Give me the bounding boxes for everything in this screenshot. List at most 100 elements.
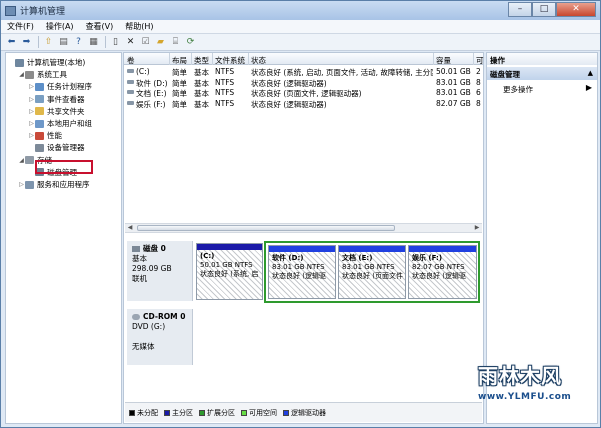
users-icon <box>35 119 44 128</box>
tree-item[interactable]: ▷ 任务计划程序 <box>28 81 92 92</box>
tree-expander-icon[interactable]: ▷ <box>28 132 35 139</box>
tree-expander-icon[interactable]: ◢ <box>18 71 25 78</box>
tree-expander-icon[interactable]: ▷ <box>28 83 35 90</box>
more-actions-link[interactable]: 更多操作 <box>503 84 533 95</box>
column-capacity[interactable]: 容量 <box>436 55 451 66</box>
close-button[interactable]: ✕ <box>556 2 596 17</box>
tree-item[interactable]: ▷ 共享文件夹 <box>28 106 84 117</box>
title-bar[interactable]: 计算机管理 – □ ✕ <box>1 1 600 20</box>
volume-row[interactable]: 软件 (D:) 简单 基本 NTFS 状态良好 (逻辑驱动器) 83.01 GB 8 <box>124 77 483 88</box>
folder-icon <box>35 107 44 116</box>
volume-icon <box>127 100 134 105</box>
delete-icon[interactable]: ✕ <box>124 36 137 49</box>
view-icon[interactable]: ▦ <box>87 36 100 49</box>
menu-action[interactable]: 操作(A) <box>46 21 74 32</box>
menu-view[interactable]: 查看(V) <box>86 21 114 32</box>
partition-e[interactable]: 文档 (E:) 83.01 GB NTFS 状态良好 (页面文件 <box>338 245 406 299</box>
partition-size: 82.07 GB NTFS <box>412 263 465 271</box>
cdrom-drive: DVD (G:) <box>132 322 166 331</box>
column-filesystem[interactable]: 文件系统 <box>215 55 245 66</box>
column-type[interactable]: 类型 <box>194 55 209 66</box>
tree-item[interactable]: 设备管理器 <box>28 142 85 153</box>
cell-free: 6 <box>476 88 481 97</box>
toolbar: ⬅ ➡ ⇧ ▤ ? ▦ ▯ ✕ ☑ ▰ ⌸ ⟳ <box>1 34 600 51</box>
partition-f[interactable]: 娱乐 (F:) 82.07 GB NTFS 状态良好 (逻辑驱 <box>408 245 477 299</box>
scrollbar-thumb[interactable] <box>137 225 395 231</box>
cdrom-0-info[interactable]: CD-ROM 0 DVD (G:) 无媒体 <box>127 309 193 365</box>
disk-icon <box>132 246 140 252</box>
cell-free: 8 <box>476 77 481 87</box>
column-separator <box>248 53 249 65</box>
volume-icon <box>127 90 134 94</box>
partition-d[interactable]: 软件 (D:) 83.01 GB NTFS 状态良好 (逻辑驱 <box>268 245 336 299</box>
help-icon[interactable]: ? <box>72 36 85 49</box>
volume-row[interactable]: 娱乐 (F:) 简单 基本 NTFS 状态良好 (逻辑驱动器) 82.07 GB 8 <box>124 98 483 109</box>
collapse-icon[interactable]: ▲ <box>588 69 593 77</box>
column-status[interactable]: 状态 <box>251 55 266 66</box>
tree-expander-icon[interactable]: ▷ <box>28 120 35 127</box>
show-tree-icon[interactable]: ▤ <box>57 36 70 49</box>
watermark-logo: 雨林木风 www.YLMFU.com <box>466 356 599 426</box>
computer-management-window: 计算机管理 – □ ✕ 文件(F) 操作(A) 查看(V) 帮助(H) ⬅ ➡ … <box>0 0 601 428</box>
partition-name: (C:) <box>200 252 215 260</box>
refresh-icon[interactable]: ⟳ <box>184 36 197 49</box>
volume-row[interactable]: (C:) 简单 基本 NTFS 状态良好 (系统, 启动, 页面文件, 活动, 故障转储… <box>124 66 483 77</box>
cell-type: 基本 <box>194 99 209 109</box>
legend-item: 逻辑驱动器 <box>283 408 326 418</box>
maximize-button[interactable]: □ <box>532 2 556 17</box>
disk-status: 联机 <box>132 274 147 283</box>
legend-swatch <box>129 409 135 416</box>
legend-label: 逻辑驱动器 <box>291 408 326 417</box>
legend-item: 扩展分区 <box>199 408 235 418</box>
clock-icon <box>35 82 44 91</box>
tree-item-label: 服务和应用程序 <box>37 180 90 189</box>
watermark-url: www.YLMFU.com <box>478 392 572 402</box>
volume-icon <box>127 69 134 73</box>
column-separator <box>191 53 192 65</box>
up-icon[interactable]: ⇧ <box>42 36 55 49</box>
tree-item[interactable]: 计算机管理(本地) <box>8 57 85 68</box>
export-icon[interactable]: ⌸ <box>169 36 182 49</box>
partition-status: 状态良好 (系统, 启 <box>200 270 259 278</box>
volume-list-header: 卷 布局 类型 文件系统 状态 容量 可 <box>124 53 484 66</box>
storage-icon <box>25 156 34 165</box>
menu-file[interactable]: 文件(F) <box>7 21 34 32</box>
tree-item[interactable]: ▷ 本地用户和组 <box>28 118 92 129</box>
tree-expander-icon[interactable]: ▷ <box>18 181 25 188</box>
tree-expander-icon[interactable]: ◢ <box>18 157 25 164</box>
connect-icon[interactable]: ▯ <box>109 36 122 49</box>
submenu-arrow-icon[interactable]: ▶ <box>586 83 592 92</box>
cell-filesystem: NTFS <box>215 88 235 97</box>
menu-help[interactable]: 帮助(H) <box>125 21 153 32</box>
scroll-left-icon[interactable]: ◀ <box>125 224 135 232</box>
horizontal-scrollbar[interactable]: ◀ ▶ <box>125 223 482 233</box>
open-icon[interactable]: ▰ <box>154 36 167 49</box>
back-icon[interactable]: ⬅ <box>5 36 18 49</box>
disk-size: 298.09 GB <box>132 264 172 273</box>
computer-management-icon <box>5 5 16 16</box>
volume-row[interactable]: 文档 (E:) 简单 基本 NTFS 状态良好 (页面文件, 逻辑驱动器) 83.01 G… <box>124 87 483 98</box>
toolbar-separator <box>38 36 39 48</box>
tree-expander-icon[interactable]: ▷ <box>28 108 35 115</box>
forward-icon[interactable]: ➡ <box>20 36 33 49</box>
tree-item[interactable]: ▷ 服务和应用程序 <box>18 179 90 190</box>
disk-name: 磁盘 0 <box>143 244 166 253</box>
tree-item[interactable]: ▷ 性能 <box>28 130 62 141</box>
column-volume[interactable]: 卷 <box>127 55 135 66</box>
partition-size: 83.01 GB NTFS <box>272 263 325 271</box>
column-free[interactable]: 可 <box>476 55 484 66</box>
tree-item[interactable]: ▷ 事件查看器 <box>28 94 84 105</box>
actions-section-title[interactable]: 磁盘管理 ▲ <box>487 67 597 80</box>
legend-label: 可用空间 <box>249 408 277 417</box>
navigation-tree: 计算机管理(本地) ◢ 系统工具 ▷ 任务计划程序 ▷ 事件查看器 ▷ 共享文件夹 ▷ 本地用户和组… <box>5 52 122 424</box>
partition-c[interactable]: (C:) 50.01 GB NTFS 状态良好 (系统, 启 <box>196 243 263 300</box>
cell-free: 2 <box>476 67 481 76</box>
tree-item[interactable]: ◢ 系统工具 <box>18 69 67 80</box>
properties-icon[interactable]: ☑ <box>139 36 152 49</box>
tree-expander-icon[interactable]: ▷ <box>28 96 35 103</box>
disk-0-info[interactable]: 磁盘 0 基本 298.09 GB 联机 <box>127 241 193 301</box>
column-layout[interactable]: 布局 <box>172 55 187 66</box>
scroll-right-icon[interactable]: ▶ <box>472 224 482 232</box>
cell-filesystem: NTFS <box>215 67 235 76</box>
minimize-button[interactable]: – <box>508 2 532 17</box>
